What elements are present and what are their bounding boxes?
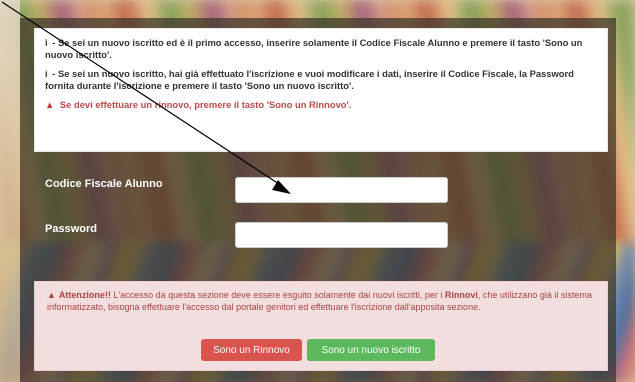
info-line-2: i - Se sei un nuovo iscritto, hai già ef… — [45, 68, 597, 91]
warning-icon: ▲ — [47, 290, 56, 300]
sono-un-nuovo-iscritto-button[interactable]: Sono un nuovo iscritto — [307, 339, 435, 361]
info-icon: i — [45, 37, 48, 48]
alert-text-1: L'accesso da questa sezione deve essere … — [110, 290, 445, 300]
codice-fiscale-input[interactable] — [235, 177, 448, 203]
sono-un-rinnovo-button[interactable]: Sono un Rinnovo — [201, 339, 302, 361]
left-edge — [0, 0, 20, 382]
renewal-warning: ▲ Se devi effettuare un rinnovo, premere… — [45, 99, 597, 111]
password-input[interactable] — [235, 222, 448, 248]
alert-bold-rinnovi: Rinnovi — [444, 290, 478, 300]
renewal-warning-text: Se devi effettuare un rinnovo, premere i… — [59, 99, 352, 110]
info-line-2-text: - Se sei un nuovo iscritto, hai già effe… — [45, 68, 574, 91]
alert-title: Attenzione!! — [58, 290, 111, 300]
info-line-1: i - Se sei un nuovo iscritto ed è il pri… — [45, 37, 597, 60]
warning-icon: ▲ — [45, 99, 55, 110]
info-box: i - Se sei un nuovo iscritto ed è il pri… — [34, 28, 608, 152]
password-label: Password — [45, 223, 97, 235]
codice-fiscale-label: Codice Fiscale Alunno — [45, 178, 163, 190]
info-icon: i — [45, 68, 48, 79]
info-line-1-text: - Se sei un nuovo iscritto ed è il primo… — [45, 37, 583, 60]
